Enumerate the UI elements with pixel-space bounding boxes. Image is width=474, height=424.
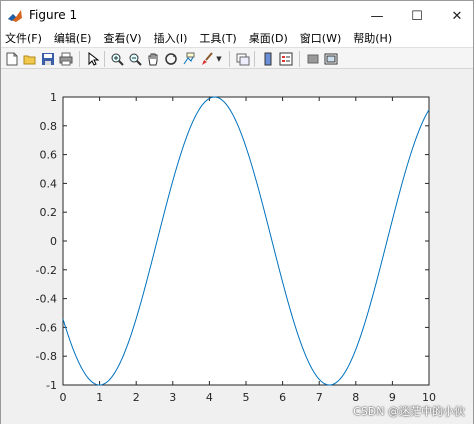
- toolbar-separator: [299, 51, 300, 67]
- menu-bar: 文件(F) 编辑(E) 查看(V) 插入(I) 工具(T) 桌面(D) 窗口(W…: [1, 29, 473, 47]
- y-tick-label: -0.6: [36, 321, 57, 334]
- show-plot-tools-button[interactable]: [322, 50, 340, 68]
- menu-help[interactable]: 帮助(H): [353, 30, 392, 46]
- hide-plot-tools-icon: [307, 54, 319, 64]
- toolbar-separator: [229, 51, 230, 67]
- y-tick-label: 0.4: [40, 177, 58, 190]
- y-tick-label: -0.4: [36, 293, 57, 306]
- x-tick-label: 5: [243, 391, 250, 404]
- open-file-icon: [23, 55, 36, 65]
- axes-box[interactable]: [62, 96, 430, 386]
- toolbar-separator: [104, 51, 105, 67]
- menu-file[interactable]: 文件(F): [5, 30, 42, 46]
- data-cursor-button[interactable]: [180, 50, 198, 68]
- legend-button[interactable]: [277, 50, 295, 68]
- pan-icon: [148, 53, 158, 66]
- zoom-in-button[interactable]: [108, 50, 126, 68]
- y-tick-label: -0.2: [36, 264, 57, 277]
- rotate-3d-icon: [165, 53, 177, 65]
- hide-plot-tools-button[interactable]: [304, 50, 322, 68]
- menu-desktop[interactable]: 桌面(D): [249, 30, 288, 46]
- title-bar[interactable]: Figure 1 — ☐ ✕: [1, 1, 473, 31]
- figure-window: Figure 1 — ☐ ✕ 文件(F) 编辑(E) 查看(V) 插入(I) 工…: [0, 0, 474, 424]
- x-tick-label: 6: [279, 391, 286, 404]
- link-plot-icon: [236, 53, 250, 66]
- menu-view[interactable]: 查看(V): [103, 30, 141, 46]
- data-cursor-icon: [183, 52, 195, 65]
- show-plot-tools-icon: [324, 53, 338, 65]
- zoom-in-icon: [111, 53, 124, 66]
- chevron-down-icon: ▼: [216, 55, 222, 63]
- print-button[interactable]: [57, 50, 75, 68]
- x-tick-label: 2: [133, 391, 140, 404]
- csdn-watermark: CSDN @迷茫中的小伙: [353, 405, 465, 418]
- x-tick-label: 0: [60, 391, 67, 404]
- y-tick-label: 0.6: [40, 149, 58, 162]
- x-tick-label: 4: [206, 391, 213, 404]
- rotate-3d-button[interactable]: [162, 50, 180, 68]
- toolbar-separator: [79, 51, 80, 67]
- legend-icon: [279, 52, 293, 66]
- maximize-button[interactable]: ☐: [397, 1, 437, 31]
- figure-canvas: 1 0.8 0.6 0.4 0.2 0 -0.2 -0.4 -0.6 -0.8 -1 0 1 2 3 4 5 6…: [1, 70, 473, 424]
- print-icon: [59, 52, 73, 66]
- menu-insert[interactable]: 插入(I): [154, 30, 188, 46]
- menu-edit[interactable]: 编辑(E): [54, 30, 92, 46]
- minimize-icon: —: [370, 8, 384, 24]
- menu-window[interactable]: 窗口(W): [300, 30, 341, 46]
- y-tick-label: 0: [50, 235, 57, 248]
- pointer-button[interactable]: [84, 50, 102, 68]
- zoom-out-icon: [129, 53, 142, 66]
- open-file-button[interactable]: [21, 50, 39, 68]
- brush-icon: [202, 52, 213, 65]
- brush-dropdown[interactable]: ▼: [214, 50, 224, 68]
- close-button[interactable]: ✕: [437, 1, 474, 31]
- colorbar-icon: [264, 52, 272, 66]
- colorbar-button[interactable]: [259, 50, 277, 68]
- close-icon: ✕: [451, 8, 463, 24]
- pan-button[interactable]: [144, 50, 162, 68]
- x-tick-label: 7: [316, 391, 323, 404]
- zoom-out-button[interactable]: [126, 50, 144, 68]
- x-tick-label: 3: [169, 391, 176, 404]
- line-plot[interactable]: 1 0.8 0.6 0.4 0.2 0 -0.2 -0.4 -0.6 -0.8 -1 0 1 2 3 4 5 6…: [1, 70, 473, 424]
- y-tick-label: 0.2: [40, 206, 58, 219]
- window-title: Figure 1: [29, 8, 78, 22]
- maximize-icon: ☐: [411, 8, 423, 24]
- y-tick-label: -1: [46, 379, 57, 392]
- y-tick-label: -0.8: [36, 350, 57, 363]
- save-button[interactable]: [39, 50, 57, 68]
- link-plot-button[interactable]: [234, 50, 252, 68]
- save-icon: [42, 53, 54, 65]
- pointer-icon: [88, 52, 100, 66]
- x-tick-label: 1: [96, 391, 103, 404]
- toolbar: ▼: [1, 47, 473, 69]
- minimize-button[interactable]: —: [357, 1, 397, 31]
- matlab-app-icon: [7, 8, 23, 24]
- new-figure-button[interactable]: [3, 50, 21, 68]
- y-tick-label: 0.8: [40, 120, 58, 133]
- toolbar-separator: [254, 51, 255, 67]
- menu-tools[interactable]: 工具(T): [199, 30, 236, 46]
- y-tick-label: 1: [50, 91, 57, 104]
- new-figure-icon: [6, 52, 18, 66]
